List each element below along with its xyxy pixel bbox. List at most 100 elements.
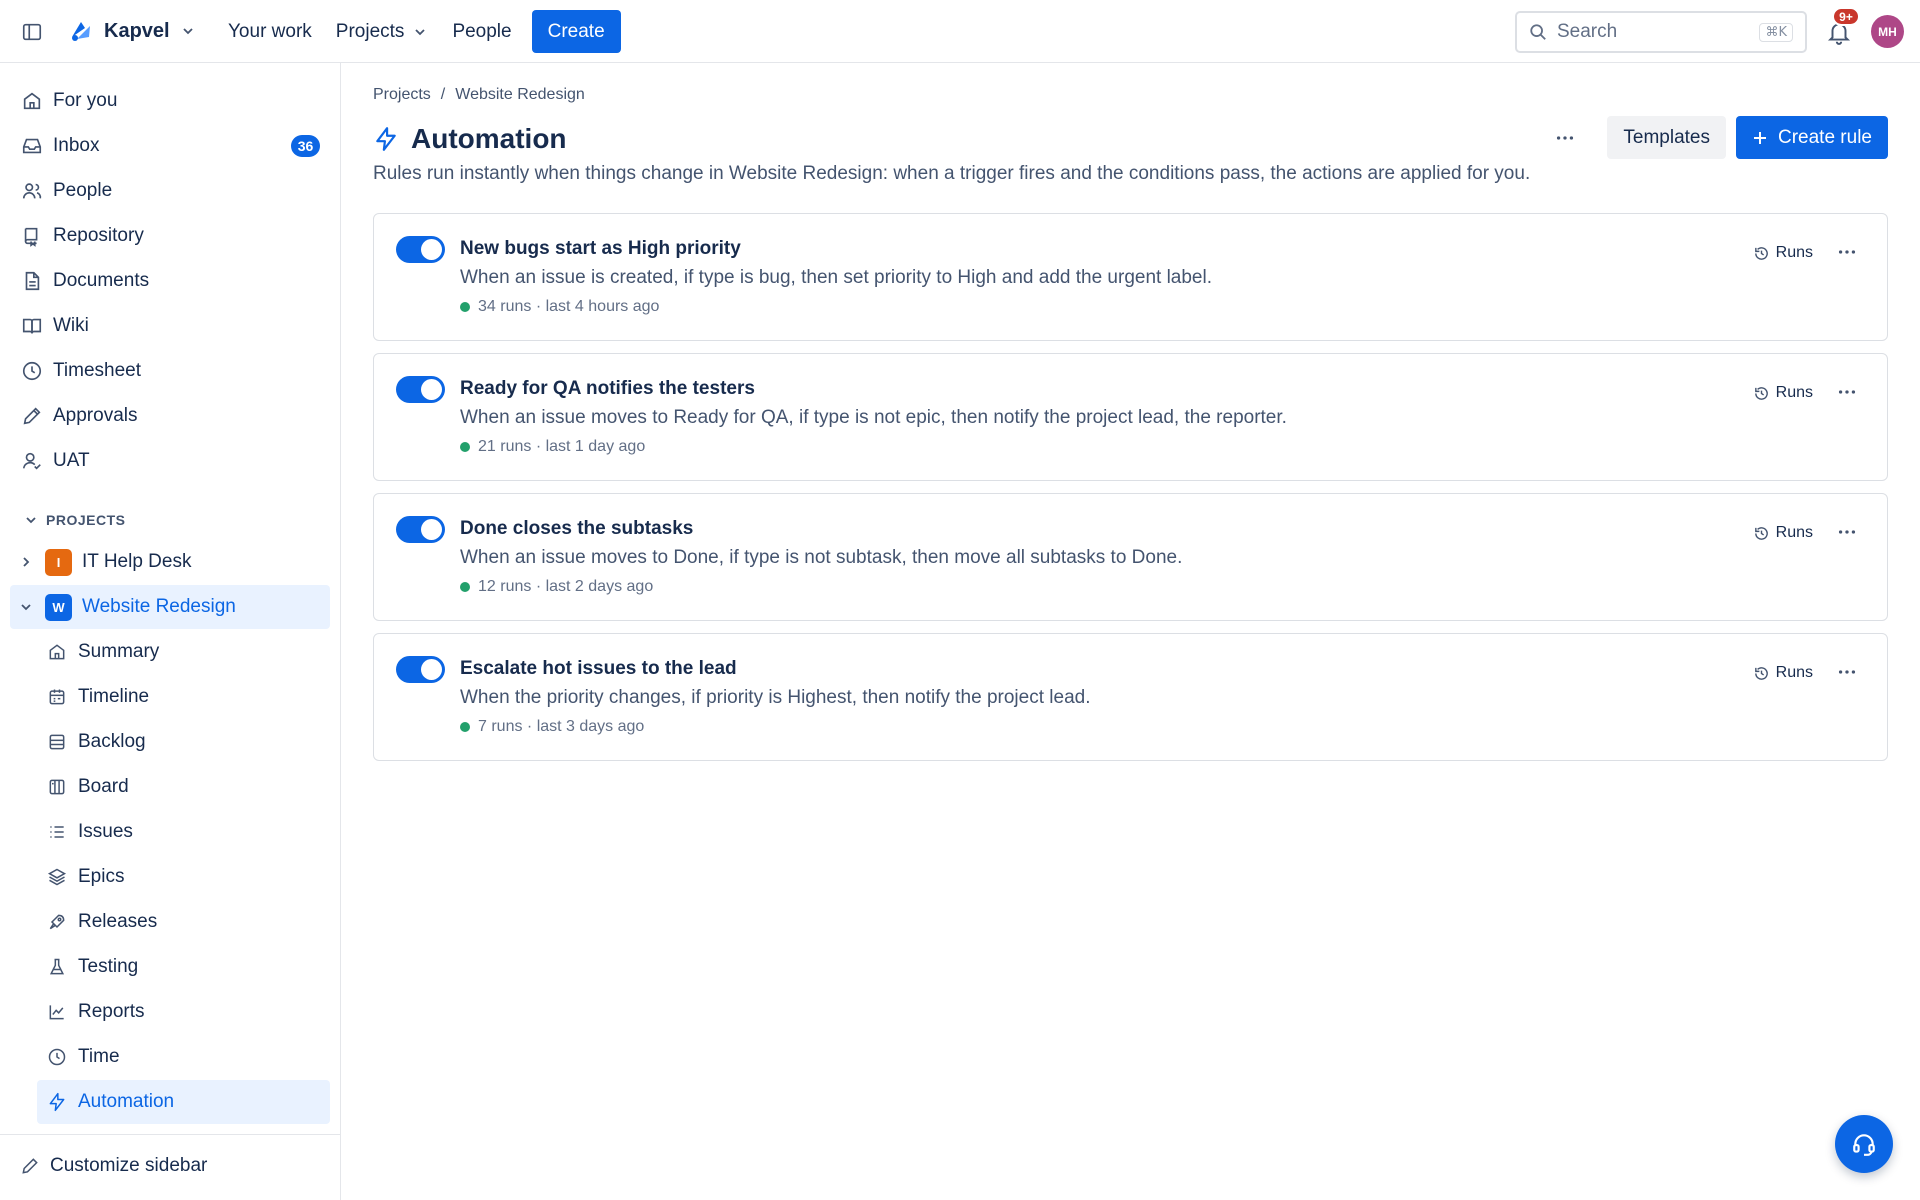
- status-dot: [460, 582, 470, 592]
- runs-button[interactable]: Runs: [1753, 244, 1813, 262]
- create-rule-button[interactable]: Create rule: [1736, 116, 1888, 159]
- sidebar-item-releases[interactable]: Releases: [37, 900, 330, 944]
- sidebar-item-issues[interactable]: Issues: [37, 810, 330, 854]
- sidebar-item-uat[interactable]: UAT: [10, 439, 330, 483]
- sidebar-item-label: Summary: [78, 641, 160, 662]
- rule-title[interactable]: Escalate hot issues to the lead: [460, 658, 737, 680]
- more-options-icon[interactable]: [1835, 520, 1859, 544]
- sidebar-item-inbox[interactable]: Inbox 36: [10, 124, 330, 168]
- rule-card: Ready for QA notifies the testers When a…: [373, 353, 1888, 481]
- document-icon: [21, 270, 43, 292]
- sidebar-item-people[interactable]: People: [10, 169, 330, 213]
- sidebar-item-label: Approvals: [53, 405, 138, 426]
- sidebar-item-label: Repository: [53, 225, 144, 246]
- chevron-down-icon: [412, 24, 428, 40]
- rule-title[interactable]: New bugs start as High priority: [460, 238, 741, 260]
- sidebar-item-reports[interactable]: Reports: [37, 990, 330, 1034]
- rule-enabled-toggle[interactable]: [396, 236, 445, 263]
- chevron-down-icon: [24, 513, 38, 527]
- toggle-knob: [421, 519, 442, 540]
- sidebar-item-timesheet[interactable]: Timesheet: [10, 349, 330, 393]
- sidebar-toggle-icon[interactable]: [21, 21, 43, 43]
- chevron-down-icon[interactable]: [18, 599, 34, 615]
- sidebar-item-timeline[interactable]: Timeline: [37, 675, 330, 719]
- status-dot: [460, 722, 470, 732]
- flask-icon: [47, 957, 67, 977]
- section-label: PROJECTS: [46, 512, 126, 528]
- sidebar: For you Inbox 36 People Repository Docum…: [0, 63, 341, 1200]
- rocket-icon: [47, 912, 67, 932]
- breadcrumb-projects[interactable]: Projects: [373, 86, 431, 104]
- history-icon: [1753, 665, 1770, 682]
- chevron-right-icon[interactable]: [18, 554, 34, 570]
- sidebar-item-for-you[interactable]: For you: [10, 79, 330, 123]
- project-website-redesign[interactable]: W Website Redesign: [10, 585, 330, 629]
- status-dot: [460, 302, 470, 312]
- rule-meta: 21 runs · last 1 day ago: [460, 438, 645, 456]
- top-bar: Kapvel Your work Projects People Create …: [0, 0, 1920, 63]
- sidebar-item-label: Reports: [78, 1001, 145, 1022]
- sidebar-item-testing[interactable]: Testing: [37, 945, 330, 989]
- templates-button[interactable]: Templates: [1607, 116, 1726, 159]
- page-title: Automation: [411, 123, 567, 154]
- history-icon: [1753, 245, 1770, 262]
- rule-title[interactable]: Ready for QA notifies the testers: [460, 378, 755, 400]
- sidebar-item-approvals[interactable]: Approvals: [10, 394, 330, 438]
- runs-button[interactable]: Runs: [1753, 384, 1813, 402]
- rule-enabled-toggle[interactable]: [396, 656, 445, 683]
- clock-icon: [47, 1047, 67, 1067]
- breadcrumb-website-redesign[interactable]: Website Redesign: [455, 86, 585, 104]
- customize-sidebar-button[interactable]: Customize sidebar: [20, 1155, 207, 1177]
- sidebar-item-automation[interactable]: Automation: [37, 1080, 330, 1124]
- sidebar-item-wiki[interactable]: Wiki: [10, 304, 330, 348]
- breadcrumb-separator: /: [440, 86, 446, 103]
- more-options-icon[interactable]: [1835, 380, 1859, 404]
- pen-icon: [21, 405, 43, 427]
- bolt-icon: [47, 1092, 67, 1112]
- runs-button[interactable]: Runs: [1753, 664, 1813, 682]
- rule-title[interactable]: Done closes the subtasks: [460, 518, 693, 540]
- create-rule-label: Create rule: [1778, 126, 1872, 148]
- calendar-icon: [47, 687, 67, 707]
- sidebar-item-backlog[interactable]: Backlog: [37, 720, 330, 764]
- project-it-help-desk[interactable]: I IT Help Desk: [10, 540, 330, 584]
- book-icon: [21, 315, 43, 337]
- people-icon: [21, 180, 43, 202]
- sidebar-item-label: Timeline: [78, 686, 150, 707]
- sidebar-item-board[interactable]: Board: [37, 765, 330, 809]
- sidebar-item-summary[interactable]: Summary: [37, 630, 330, 674]
- sidebar-item-documents[interactable]: Documents: [10, 259, 330, 303]
- home-icon: [21, 90, 43, 112]
- rule-enabled-toggle[interactable]: [396, 376, 445, 403]
- rule-enabled-toggle[interactable]: [396, 516, 445, 543]
- create-button[interactable]: Create: [531, 10, 621, 53]
- runs-button[interactable]: Runs: [1753, 524, 1813, 542]
- layers-icon: [47, 867, 67, 887]
- help-button[interactable]: [1835, 1115, 1893, 1173]
- search-input[interactable]: Search ⌘K: [1515, 11, 1807, 53]
- chevron-down-icon: [180, 23, 196, 39]
- rule-meta: 12 runs · last 2 days ago: [460, 578, 653, 596]
- history-icon: [1753, 525, 1770, 542]
- nav-people[interactable]: People: [452, 21, 511, 43]
- toggle-knob: [421, 659, 442, 680]
- more-options-icon[interactable]: [1835, 660, 1859, 684]
- sidebar-item-time[interactable]: Time: [37, 1035, 330, 1079]
- more-options-icon[interactable]: [1835, 240, 1859, 264]
- sidebar-item-label: Testing: [78, 956, 139, 977]
- nav-label: Your work: [228, 20, 312, 42]
- avatar[interactable]: MH: [1871, 15, 1904, 48]
- nav-projects[interactable]: Projects: [336, 21, 429, 43]
- more-options-icon[interactable]: [1545, 118, 1585, 158]
- app-switcher[interactable]: Kapvel: [68, 18, 196, 44]
- main-content: Projects / Website Redesign Automation T…: [341, 63, 1920, 1200]
- sidebar-item-label: UAT: [53, 450, 90, 471]
- headset-icon: [1851, 1131, 1877, 1157]
- sidebar-item-repository[interactable]: Repository: [10, 214, 330, 258]
- list-icon: [47, 822, 67, 842]
- projects-section-heading[interactable]: PROJECTS: [24, 512, 125, 528]
- sidebar-item-epics[interactable]: Epics: [37, 855, 330, 899]
- clock-icon: [21, 360, 43, 382]
- nav-your-work[interactable]: Your work: [228, 21, 312, 43]
- project-label: IT Help Desk: [82, 551, 192, 572]
